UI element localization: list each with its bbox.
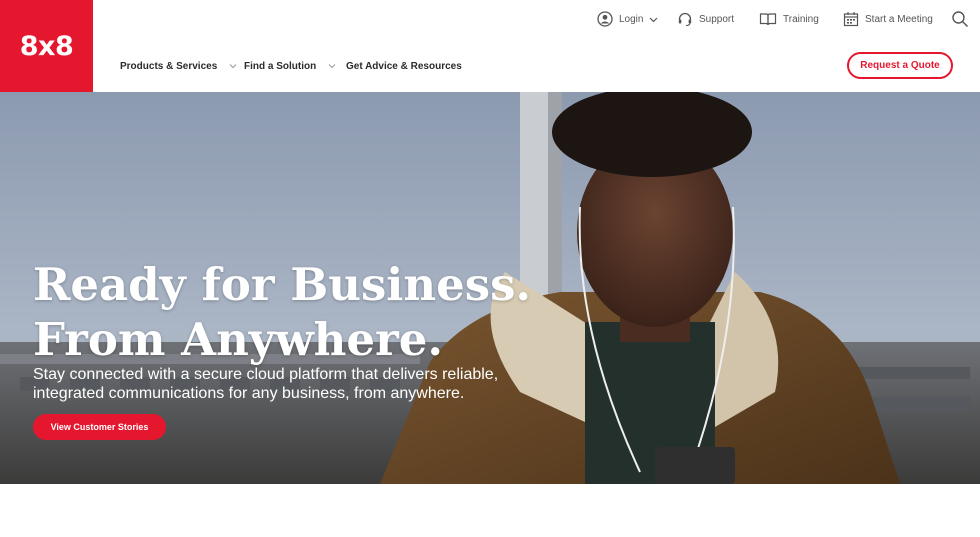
search-button[interactable]	[951, 9, 969, 29]
nav-products-label: Products & Services	[120, 60, 218, 72]
hero-title: Ready for Business. From Anywhere.	[33, 257, 553, 367]
brand-logo[interactable]: 8x8	[0, 0, 93, 92]
start-meeting-label: Start a Meeting	[865, 13, 933, 25]
nav-advice-label: Get Advice & Resources	[346, 60, 462, 72]
headset-icon	[678, 12, 692, 27]
chevron-down-icon	[229, 64, 237, 69]
nav-solution-label: Find a Solution	[244, 60, 317, 72]
login-link[interactable]: Login	[597, 9, 658, 29]
hero-subtitle: Stay connected with a secure cloud platf…	[33, 366, 499, 402]
site-header: 8x8 Login Support Training Start a Meeti…	[0, 0, 980, 92]
support-label: Support	[699, 13, 735, 25]
user-circle-icon	[597, 11, 613, 27]
hero-title-line-2: From Anywhere.	[33, 313, 444, 366]
logo-text: 8x8	[19, 30, 74, 62]
hero-title-line-1: Ready for Business.	[33, 258, 532, 311]
training-label: Training	[783, 13, 819, 25]
hero-banner: Ready for Business. From Anywhere. Stay …	[0, 92, 980, 484]
view-customer-stories-button[interactable]: View Customer Stories	[33, 414, 166, 440]
training-link[interactable]: Training	[759, 9, 819, 29]
chevron-down-icon	[328, 64, 336, 69]
login-label: Login	[619, 13, 644, 25]
start-meeting-link[interactable]: Start a Meeting	[843, 9, 933, 29]
nav-advice-resources[interactable]: Get Advice & Resources	[346, 58, 462, 74]
calendar-icon	[843, 12, 859, 27]
book-icon	[759, 13, 777, 26]
nav-products-services[interactable]: Products & Services	[120, 58, 237, 74]
nav-find-solution[interactable]: Find a Solution	[244, 58, 336, 74]
search-icon	[952, 11, 969, 28]
chevron-down-icon	[650, 17, 658, 22]
support-link[interactable]: Support	[677, 9, 734, 29]
content-section	[0, 484, 980, 537]
request-quote-button[interactable]: Request a Quote	[847, 52, 953, 79]
